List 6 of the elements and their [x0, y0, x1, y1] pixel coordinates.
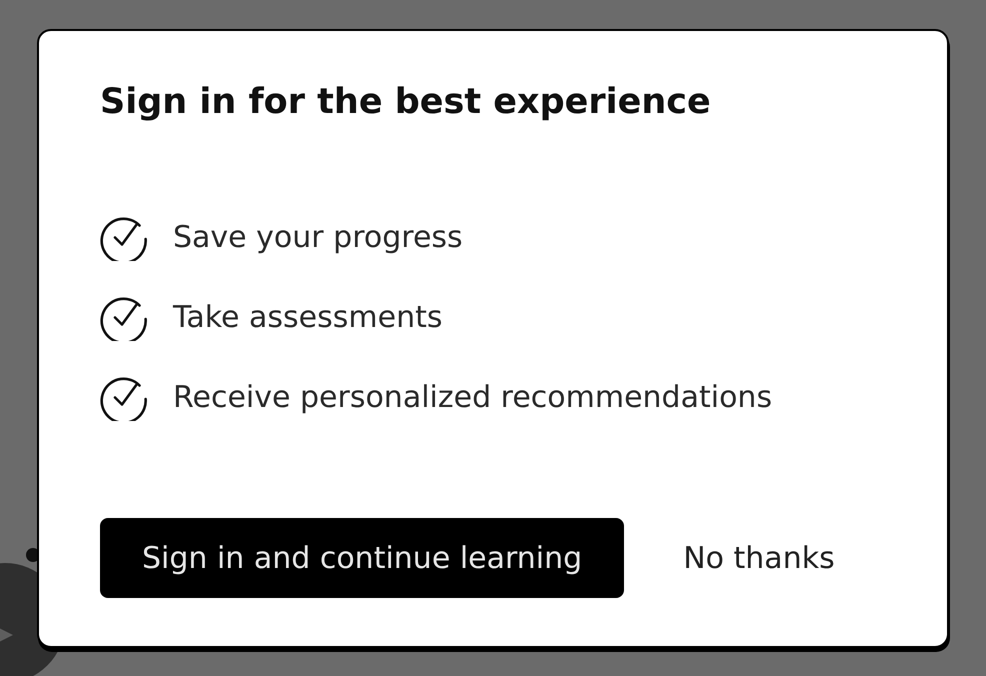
benefit-text: Take assessments	[173, 300, 442, 334]
benefit-text: Save your progress	[173, 220, 463, 254]
sign-in-button[interactable]: Sign in and continue learning	[100, 518, 624, 598]
dismiss-button[interactable]: No thanks	[664, 530, 854, 586]
benefit-text: Receive personalized recommendations	[173, 380, 772, 414]
dialog-title: Sign in for the best experience	[100, 81, 712, 124]
